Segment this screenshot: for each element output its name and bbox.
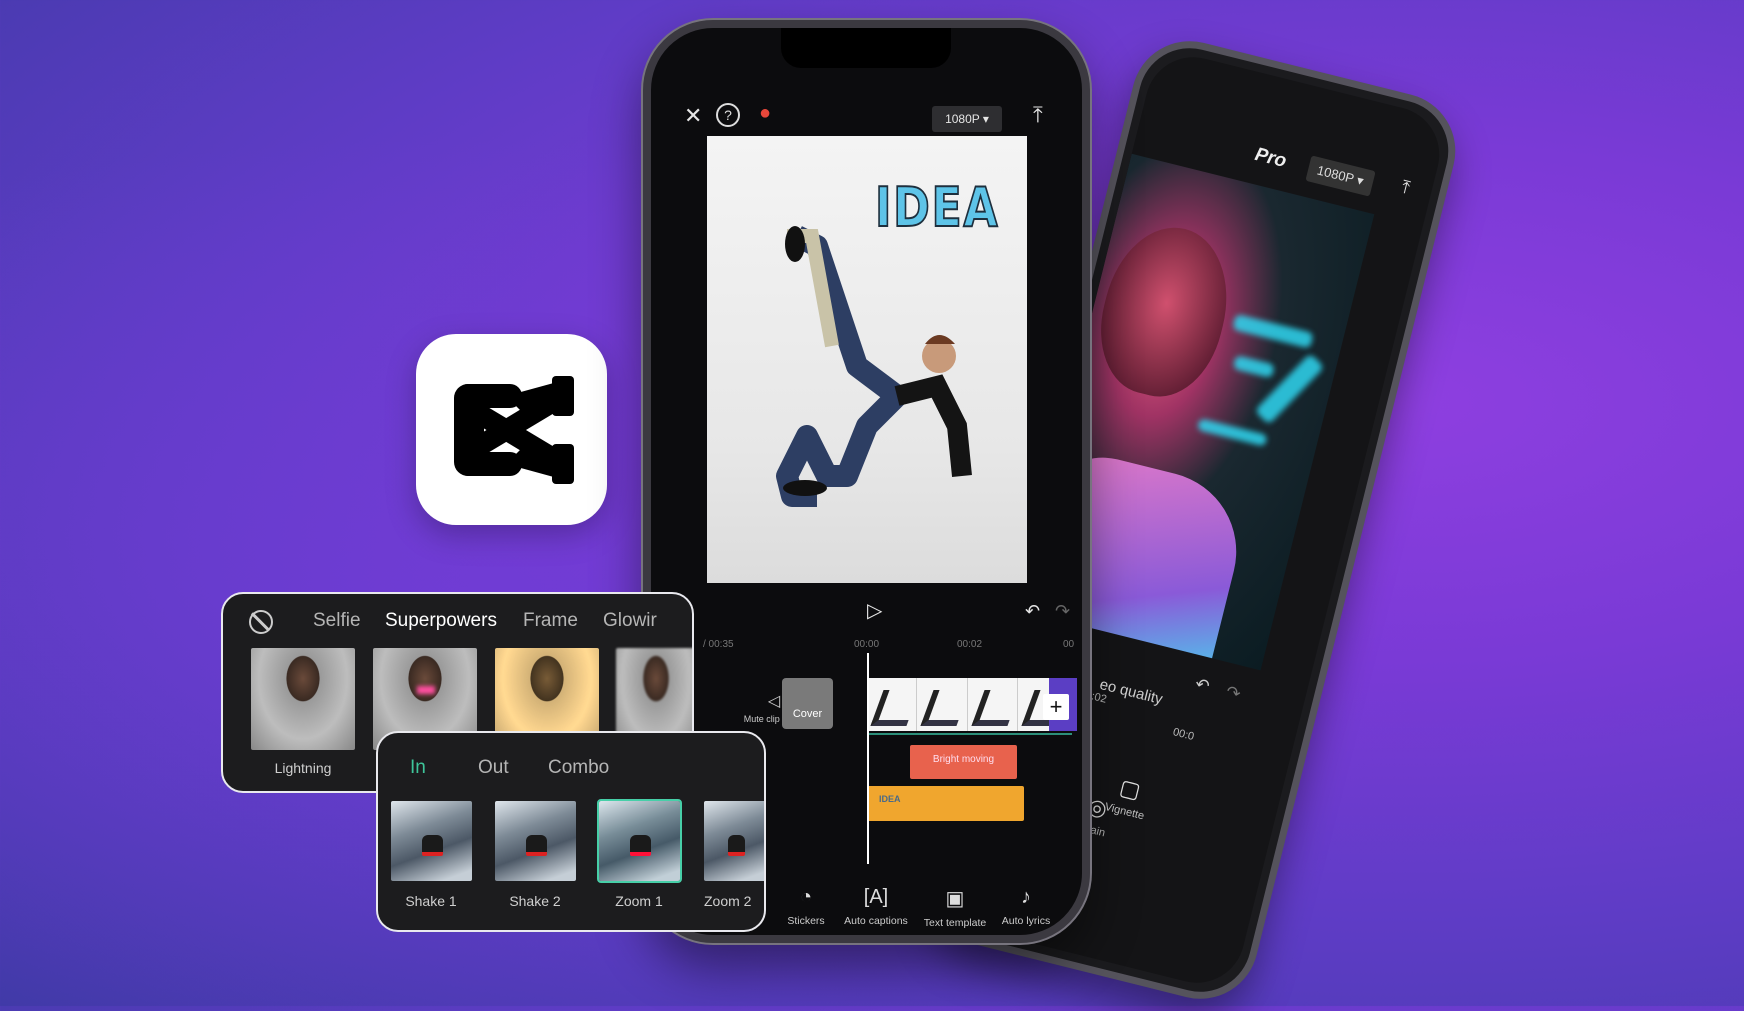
capcut-logo [454, 376, 574, 484]
tab-in[interactable]: In [410, 757, 426, 779]
animation-thumb-shake-1[interactable] [391, 801, 472, 881]
toolbar-auto-captions[interactable]: [A] Auto captions [836, 886, 916, 927]
export-icon[interactable]: ⤒ [1399, 176, 1412, 198]
audio-line [867, 733, 1072, 735]
toolbar-text-template[interactable]: ▣ Text template [915, 886, 995, 929]
animation-label: Shake 2 [509, 893, 561, 909]
cover-button[interactable]: Cover [782, 678, 833, 729]
notch [781, 28, 951, 68]
redo-icon[interactable]: ↷ [1055, 602, 1070, 620]
undo-icon[interactable]: ↶ [1025, 602, 1040, 620]
toolbar-label: Stickers [787, 915, 825, 927]
text-clip[interactable]: IDEA [867, 786, 1024, 821]
tab-superpowers[interactable]: Superpowers [385, 610, 497, 632]
add-clip-button[interactable]: + [1043, 694, 1069, 720]
flame-icon[interactable]: ● [759, 102, 771, 125]
effect-thumb-lightning[interactable] [251, 648, 355, 750]
video-clip-track[interactable] [867, 678, 1068, 731]
tab-frame[interactable]: Frame [523, 610, 578, 632]
effect-clip[interactable]: Bright moving [910, 745, 1017, 779]
timeline-tick: 00:0 [1171, 726, 1196, 743]
auto-captions-icon: [A] [863, 886, 889, 908]
export-icon[interactable]: ⤒ [1033, 104, 1043, 126]
video-preview[interactable]: IDEA [707, 136, 1027, 583]
tab-selfie[interactable]: Selfie [313, 610, 361, 632]
tab-glowing[interactable]: Glowir [603, 610, 657, 632]
auto-lyrics-icon: ♪ [1021, 886, 1031, 908]
toolbar-label: Auto lyrics [1001, 915, 1051, 927]
effect-label: Lightning [274, 760, 332, 776]
animation-thumb-shake-2[interactable] [495, 801, 576, 881]
play-button[interactable]: ▷ [867, 601, 882, 621]
pro-label: Pro [1252, 144, 1289, 173]
total-duration: / 00:35 [703, 639, 734, 650]
undo-icon[interactable]: ↶ [1193, 674, 1211, 696]
resolution-value: 1080P [1315, 162, 1356, 187]
resolution-dropdown[interactable]: 1080P ▾ [1305, 155, 1376, 197]
animation-thumb-zoom-2[interactable] [704, 801, 764, 881]
tab-out[interactable]: Out [478, 757, 509, 779]
animation-label: Shake 1 [405, 893, 457, 909]
cover-label: Cover [792, 708, 823, 720]
help-icon[interactable]: ? [716, 103, 740, 127]
playhead[interactable] [867, 653, 869, 864]
toolbar-auto-lyrics[interactable]: ♪ Auto lyrics [986, 886, 1066, 927]
toolbar-label: Text template [923, 917, 987, 929]
timeline-tick: 00:00 [854, 639, 880, 650]
animation-label: Zoom 2 [704, 893, 752, 909]
dancer-image [776, 226, 972, 507]
redo-icon[interactable]: ↷ [1224, 682, 1242, 704]
animation-label: Zoom 1 [615, 893, 663, 909]
tab-combo[interactable]: Combo [548, 757, 609, 779]
sticker-icon: ◔ [799, 886, 813, 908]
animation-thumb-zoom-1[interactable] [597, 799, 682, 883]
timeline-tick: 00 [1063, 639, 1075, 650]
toolbar-stickers[interactable]: ◔ Stickers [766, 886, 846, 927]
resolution-value: 1080P [945, 112, 980, 126]
close-icon[interactable]: ✕ [684, 105, 702, 127]
toolbar-label: Auto captions [844, 915, 908, 927]
no-effect-icon[interactable] [249, 610, 273, 634]
animation-panel: In Out Combo Shake 1 Shake 2 Zoom 1 Zoom… [376, 731, 766, 932]
capcut-app-icon [416, 334, 607, 525]
resolution-dropdown[interactable]: 1080P ▾ [932, 106, 1002, 132]
timeline-tick: 00:02 [957, 639, 983, 650]
text-template-icon: ▣ [945, 888, 965, 910]
